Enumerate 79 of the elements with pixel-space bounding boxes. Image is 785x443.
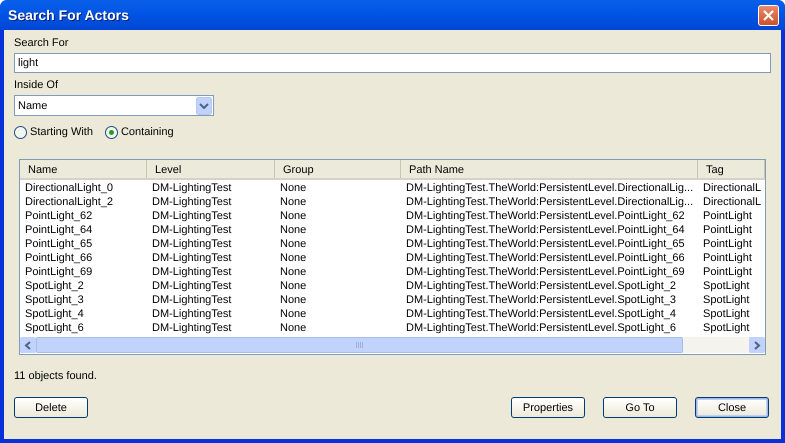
dialog-button[interactable]: Close — [695, 397, 769, 418]
search-field[interactable]: light — [14, 53, 771, 73]
table-cell-text: None — [279, 279, 308, 293]
table-cell-text: PointLight — [702, 223, 753, 237]
table-cell-text: None — [279, 181, 308, 195]
table-cell-text: None — [279, 237, 308, 251]
scroll-right-button[interactable] — [749, 337, 765, 353]
table-cell-text: DM-LightingTest.TheWorld:PersistentLevel.SpotLight_4 — [405, 307, 678, 321]
table-cell-text: DM-LightingTest — [151, 181, 232, 195]
table-cell-text: DM-LightingTest.TheWorld:PersistentLevel.PointLight_64 — [405, 223, 686, 237]
table-cell-text: DM-LightingTest — [151, 293, 232, 307]
table-cell-text: DM-LightingTest — [151, 237, 232, 251]
table-cell-text: None — [279, 293, 308, 307]
table-cell-text: DM-LightingTest — [151, 265, 232, 279]
table-cell-text: SpotLight_4 — [24, 307, 85, 321]
table-cell-text: PointLight_69 — [24, 265, 94, 279]
grip-icon — [356, 342, 363, 348]
table-cell-text: DM-LightingTest — [151, 307, 232, 321]
window-title: Search For Actors — [8, 7, 129, 23]
table-cell-text: SpotLight_2 — [24, 279, 85, 293]
table-cell-text: SpotLight — [702, 307, 750, 321]
inside-of-dropdown[interactable]: Name — [14, 95, 214, 116]
table-cell-text: None — [279, 223, 308, 237]
column-header[interactable]: Name — [20, 160, 147, 178]
table-cell-text: DM-LightingTest.TheWorld:PersistentLevel.PointLight_69 — [405, 265, 686, 279]
table-cell-text: SpotLight — [702, 279, 750, 293]
table-cell-text: DM-LightingTest.TheWorld:PersistentLevel.DirectionalLig... — [405, 195, 694, 209]
close-button[interactable] — [758, 4, 779, 26]
close-icon — [762, 8, 775, 22]
table-cell-text: DirectionalL — [702, 181, 762, 195]
table-cell-text: DM-LightingTest — [151, 195, 232, 209]
table-cell-text: DM-LightingTest.TheWorld:PersistentLevel.SpotLight_3 — [405, 293, 678, 307]
table-cell-text: DirectionalLight_2 — [24, 195, 114, 209]
column-header[interactable]: Group — [275, 160, 401, 178]
table-cell-text: SpotLight — [702, 293, 750, 307]
table-cell-text: None — [279, 251, 308, 265]
status-text: 11 objects found. — [14, 369, 98, 383]
radio-option[interactable]: Starting With — [14, 126, 93, 138]
table-cell-text: DM-LightingTest — [151, 279, 232, 293]
table-cell-text: DM-LightingTest — [151, 321, 232, 335]
table-cell-text: DM-LightingTest — [151, 209, 232, 223]
column-header[interactable]: Tag — [698, 160, 765, 178]
scroll-left-button[interactable] — [20, 337, 36, 353]
table-cell-text: PointLight_66 — [24, 251, 94, 265]
table-cell-text: PointLight_62 — [24, 209, 94, 223]
table-cell-text: SpotLight — [702, 321, 750, 335]
table-cell-text: None — [279, 321, 308, 335]
table-cell-text: PointLight — [702, 209, 753, 223]
column-header[interactable]: Level — [147, 160, 275, 178]
table-cell-text: PointLight — [702, 237, 753, 251]
radio-button[interactable] — [104, 126, 118, 138]
table-cell-text: None — [279, 265, 308, 279]
table-cell-text: DM-LightingTest.TheWorld:PersistentLevel.DirectionalLig... — [405, 181, 694, 195]
table-cell-text: None — [279, 195, 308, 209]
table-cell-text: DM-LightingTest.TheWorld:PersistentLevel.PointLight_66 — [405, 251, 686, 265]
table-cell-text: DirectionalL — [702, 195, 762, 209]
field-label: Search For — [14, 36, 70, 50]
table-cell-text: DM-LightingTest.TheWorld:PersistentLevel.SpotLight_2 — [405, 279, 678, 293]
table-cell-text: PointLight_65 — [24, 237, 94, 251]
table-cell-text: None — [279, 209, 308, 223]
table-cell-text: DM-LightingTest — [151, 223, 232, 237]
table-cell-text: DM-LightingTest.TheWorld:PersistentLevel.PointLight_65 — [405, 237, 686, 251]
table-cell-text: DM-LightingTest — [151, 251, 232, 265]
table-cell-text: PointLight_64 — [24, 223, 94, 237]
table-cell-text: SpotLight_3 — [24, 293, 85, 307]
table-cell-text: SpotLight_6 — [24, 321, 85, 335]
dialog-button[interactable]: Delete — [14, 397, 88, 418]
table-cell-text: DM-LightingTest.TheWorld:PersistentLevel.SpotLight_6 — [405, 321, 678, 335]
table-cell-text: None — [279, 307, 308, 321]
column-header[interactable]: Path Name — [401, 160, 698, 178]
table-cell-text: DirectionalLight_0 — [24, 181, 114, 195]
table-cell-text: DM-LightingTest.TheWorld:PersistentLevel.PointLight_62 — [405, 209, 686, 223]
table-cell-text: PointLight — [702, 251, 753, 265]
table-cell-text: PointLight — [702, 265, 753, 279]
dialog-button[interactable]: Properties — [511, 397, 585, 418]
radio-option[interactable]: Containing — [104, 126, 174, 138]
radio-button[interactable] — [14, 126, 27, 138]
dialog-button[interactable]: Go To — [603, 397, 677, 418]
field-label: Inside Of — [14, 78, 60, 92]
